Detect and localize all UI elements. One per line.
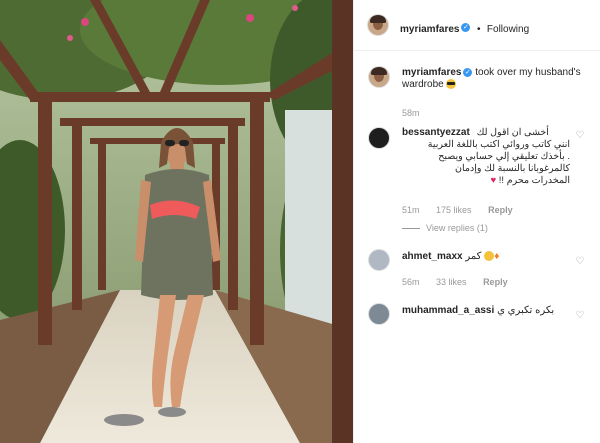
separator-dot: • bbox=[476, 24, 481, 35]
comment-meta: 51m 175 likes Reply bbox=[402, 205, 527, 215]
reply-button[interactable]: Reply bbox=[483, 277, 508, 287]
comment-body: بكره تكبري ي bbox=[497, 305, 555, 316]
caption-text: myriamfares ✓ took over my husband's ward… bbox=[402, 67, 582, 91]
author-username[interactable]: myriamfares bbox=[400, 24, 459, 35]
commenter-username[interactable]: bessantyezzat bbox=[402, 127, 470, 138]
commenter-username[interactable]: ahmet_maxx bbox=[402, 251, 463, 262]
sunglasses-emoji-icon bbox=[446, 79, 457, 90]
comment-line: انني كاتب وروائي اكتب باللغة العربية bbox=[427, 139, 570, 150]
instagram-post: myriamfares ✓ • Following myriamfares ✓ to… bbox=[0, 0, 600, 443]
caption-username[interactable]: myriamfares bbox=[402, 67, 461, 78]
commenter-avatar[interactable] bbox=[368, 127, 390, 149]
red-heart-icon: ♥ bbox=[490, 175, 499, 186]
comment-line: المخدرات محرم !! bbox=[498, 175, 570, 186]
comment-text: muhammad_a_assi بكره تكبري ي bbox=[402, 305, 570, 317]
like-heart-icon[interactable]: ♡ bbox=[575, 311, 585, 321]
fire-emoji-icon: ♦ bbox=[494, 251, 500, 262]
comment-time[interactable]: 56m bbox=[402, 277, 420, 287]
comment-meta: 56m 33 likes Reply bbox=[402, 277, 522, 287]
comment-likes[interactable]: 175 likes bbox=[436, 205, 472, 215]
view-replies-button[interactable]: View replies (1) bbox=[402, 223, 488, 233]
verified-badge-icon: ✓ bbox=[461, 23, 471, 33]
comment-likes[interactable]: 33 likes bbox=[436, 277, 467, 287]
comment-body: كمر bbox=[465, 251, 482, 262]
reply-button[interactable]: Reply bbox=[488, 205, 513, 215]
caption-avatar[interactable] bbox=[368, 66, 390, 88]
verified-badge-icon: ✓ bbox=[463, 67, 473, 77]
commenter-avatar[interactable] bbox=[368, 303, 390, 325]
post-photo[interactable] bbox=[0, 0, 353, 443]
caption-time[interactable]: 58m bbox=[402, 108, 420, 118]
author-avatar[interactable] bbox=[367, 14, 389, 36]
commenter-username[interactable]: muhammad_a_assi bbox=[402, 305, 494, 316]
comment-line: . بأخذك تعليقي إلي حسابي ويصبح bbox=[438, 151, 570, 162]
header-text: myriamfares ✓ • Following bbox=[400, 19, 529, 37]
following-button[interactable]: Following bbox=[487, 24, 529, 35]
comment-line-with-heart: المخدرات محرم !! ♥ bbox=[402, 175, 571, 187]
commenter-avatar[interactable] bbox=[368, 249, 390, 271]
pergola-photo-illustration bbox=[0, 0, 353, 443]
like-heart-icon[interactable]: ♡ bbox=[575, 131, 585, 141]
comment-text: ahmet_maxx كمر ♦ bbox=[402, 251, 570, 263]
comment-time[interactable]: 51m bbox=[402, 205, 420, 215]
comment-text: bessantyezzat أخشى ان اقول لك انني كاتب … bbox=[402, 127, 570, 187]
like-heart-icon[interactable]: ♡ bbox=[575, 257, 585, 267]
comments-panel: myriamfares ✓ • Following myriamfares ✓ to… bbox=[353, 0, 600, 443]
post-header: myriamfares ✓ • Following bbox=[354, 0, 600, 51]
comment-line: كالمرغوبانا بالنسبة لك وإدمان bbox=[455, 163, 570, 174]
comment-line: أخشى ان اقول لك bbox=[476, 127, 549, 138]
heart-eyes-emoji-icon bbox=[484, 251, 495, 262]
